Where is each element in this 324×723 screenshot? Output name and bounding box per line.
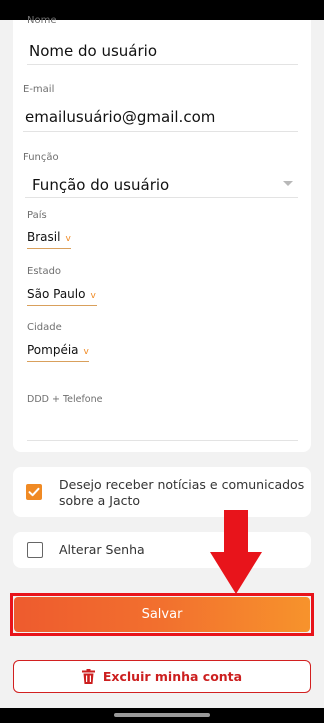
city-select[interactable]: Pompéia v: [27, 343, 89, 357]
profile-form-card: Nome Nome do usuário E-mail emailusuário…: [13, 15, 311, 452]
state-value: São Paulo: [27, 287, 86, 301]
save-button[interactable]: Salvar: [14, 597, 310, 632]
chevron-down-icon: [283, 181, 293, 186]
state-select[interactable]: São Paulo v: [27, 287, 96, 301]
newsletter-checkbox[interactable]: [26, 484, 42, 500]
email-label: E-mail: [23, 84, 55, 95]
phone-field[interactable]: [27, 416, 297, 434]
save-button-label: Salvar: [141, 607, 183, 622]
home-indicator[interactable]: [114, 713, 210, 717]
email-field[interactable]: emailusuário@gmail.com: [25, 108, 215, 126]
state-label: Estado: [27, 266, 62, 277]
country-value: Brasil: [27, 230, 61, 244]
change-password-text: Alterar Senha: [59, 542, 145, 557]
newsletter-text: Desejo receber notícias e comunicados so…: [59, 477, 305, 508]
caret-down-icon: v: [65, 234, 71, 244]
delete-account-label: Excluir minha conta: [102, 669, 243, 684]
country-underline: [27, 248, 71, 249]
name-label: Nome: [27, 15, 57, 26]
change-password-option[interactable]: Alterar Senha: [13, 532, 311, 568]
delete-account-button[interactable]: Excluir minha conta: [13, 660, 311, 693]
role-value: Função do usuário: [32, 176, 170, 194]
country-select[interactable]: Brasil v: [27, 230, 71, 244]
role-underline: [25, 197, 298, 198]
city-label: Cidade: [27, 322, 62, 333]
newsletter-option[interactable]: Desejo receber notícias e comunicados so…: [13, 467, 311, 517]
trash-icon: [81, 669, 95, 684]
country-label: País: [27, 210, 47, 221]
caret-down-icon: v: [83, 347, 89, 357]
city-value: Pompéia: [27, 343, 79, 357]
phone-underline: [27, 440, 298, 441]
navigation-bar: [0, 708, 324, 723]
caret-down-icon: v: [90, 291, 96, 301]
change-password-checkbox[interactable]: [27, 542, 43, 558]
city-underline: [27, 361, 89, 362]
down-arrow-icon: [210, 510, 262, 594]
role-label: Função: [23, 152, 59, 163]
state-underline: [27, 305, 97, 306]
name-field[interactable]: Nome do usuário: [29, 42, 157, 60]
checkmark-icon: [28, 487, 40, 497]
name-underline: [27, 64, 298, 65]
email-underline: [23, 131, 298, 132]
phone-label: DDD + Telefone: [27, 394, 103, 405]
